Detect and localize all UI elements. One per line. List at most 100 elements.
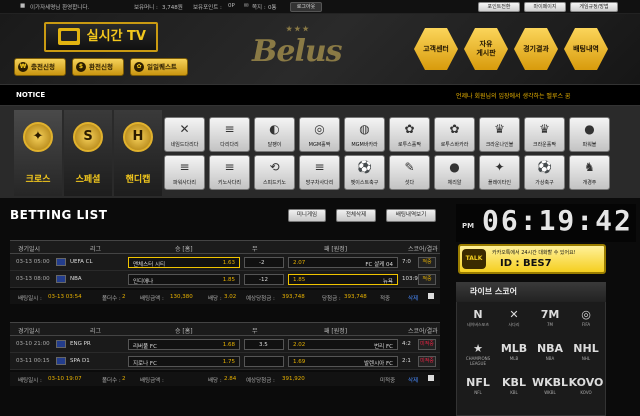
minigame-tile[interactable]: ◐ 달팽이 — [254, 117, 295, 152]
minigame-label: 크라운나인볼 — [485, 142, 514, 148]
home-odds-cell[interactable]: 리버풀 FC 1.68 — [128, 339, 240, 350]
minigame-tile[interactable]: ♛ 크라운홀짝 — [524, 117, 565, 152]
minigame-tile[interactable]: ✎ 섯다 — [389, 155, 430, 190]
minigame-label: 개경주 — [582, 180, 597, 186]
draw-cell[interactable]: 3.5 — [244, 339, 284, 350]
home-odds: 1.63 — [222, 260, 235, 266]
minigame-label: 로투스홀짝 — [397, 142, 421, 148]
league-logo[interactable]: ◎ FIFA — [568, 308, 604, 334]
summary-folder: 2 — [122, 376, 126, 382]
minigame-tile[interactable]: ♛ 크라운나인볼 — [479, 117, 520, 152]
handicap-medal-icon: H — [123, 122, 153, 152]
minigame-tile[interactable]: ≡ 방구차사다리 — [299, 155, 340, 190]
minigame-tile[interactable]: ● 파워볼 — [569, 117, 610, 152]
minigame-label: 스피드키노 — [262, 180, 286, 186]
column-header: 승 [홈] — [175, 328, 193, 335]
select-checkbox[interactable] — [428, 375, 434, 381]
minigame-tile[interactable]: ◍ MGM바카라 — [344, 117, 385, 152]
away-odds-cell[interactable]: 2.07 FC 샬케 04 — [288, 257, 398, 268]
select-checkbox[interactable] — [428, 293, 434, 299]
home-odds-cell[interactable]: 지로나 FC 1.75 — [128, 356, 240, 367]
withdraw-button[interactable]: $ 환전신청 — [72, 58, 124, 76]
site-logo[interactable]: ★★★ Belus — [252, 24, 352, 70]
league-flag-icon — [56, 258, 66, 266]
minigame-tile[interactable]: ♞ 개경주 — [569, 155, 610, 190]
minigame-tile[interactable]: ≡ 다리다리 — [209, 117, 250, 152]
summary-odds: 3.02 — [224, 294, 237, 300]
league-name: 사다리 — [508, 322, 520, 327]
away-odds-cell[interactable]: 2.02 번리 FC — [288, 339, 398, 350]
minigame-filter-button[interactable]: 미니게임 — [288, 209, 326, 222]
tab-special[interactable]: S 스페셜 — [64, 110, 112, 196]
tab-cross[interactable]: ✦ 크로스 — [14, 110, 62, 196]
deposit-label: 충전신청 — [31, 63, 55, 71]
league-logo[interactable]: NFL NFL — [460, 376, 496, 402]
free-board-label: 자유 게시판 — [476, 40, 496, 57]
summary-bet-time-label: 배팅일시 : — [18, 378, 42, 384]
minigame-label: 크라운홀짝 — [532, 142, 556, 148]
match-score: 7:0 — [402, 259, 411, 265]
summary-delete[interactable]: 삭제 — [408, 294, 418, 302]
league-logo[interactable]: N 네이버스포츠 — [460, 308, 496, 334]
away-odds: 2.07 — [293, 260, 306, 266]
tab-handicap-label: 핸디캡 — [125, 175, 151, 185]
league-logo[interactable]: ★ CHAMPIONS LEAGUE — [460, 342, 496, 368]
view-history-button[interactable]: 배팅내역보기 — [386, 209, 436, 222]
league-logo[interactable]: ✕ 사다리 — [496, 308, 532, 334]
summary-folder-label: 폴더수 : — [102, 378, 121, 384]
home-odds-cell[interactable]: 맨체스터 시티 1.63 — [128, 257, 240, 268]
mypage-button[interactable]: 마이페이지 — [524, 2, 566, 12]
league-logo[interactable]: MLB MLB — [496, 342, 532, 368]
tv-icon — [58, 28, 80, 45]
league-logo[interactable]: NBA NBA — [532, 342, 568, 368]
league-logo[interactable]: KOVO KOVO — [568, 376, 604, 402]
user-icon: ■ — [20, 3, 26, 9]
minigame-tile[interactable]: ◎ MGM홀짝 — [299, 117, 340, 152]
minigame-tile[interactable]: ● 체리알 — [434, 155, 475, 190]
league-icon: ★ — [473, 342, 483, 355]
league-icon: NFL — [466, 376, 490, 389]
draw-cell[interactable] — [244, 356, 284, 367]
league-logo[interactable]: WKBL WKBL — [532, 376, 568, 402]
minigame-icon: ⚽ — [537, 160, 552, 174]
minigame-tile[interactable]: ✿ 로투스홀짝 — [389, 117, 430, 152]
bet-summary: 배팅일시 : 03-10 19:07 폴더수 :2 배팅금액 : 배당 :2.84 예상당… — [10, 372, 440, 386]
tab-handicap[interactable]: H 핸디캡 — [114, 110, 162, 196]
minigame-label: 방구차사다리 — [305, 180, 334, 186]
logout-button[interactable]: 로그아웃 — [290, 2, 322, 12]
draw-cell[interactable]: -2 — [244, 257, 284, 268]
minigame-tile[interactable]: ≡ 키노사다리 — [209, 155, 250, 190]
minigame-tile[interactable]: ⚽ 벳이스트축구 — [344, 155, 385, 190]
league-icon: WKBL — [532, 376, 569, 389]
point-exchange-button[interactable]: 포인트전환 — [478, 2, 520, 12]
minigame-tile[interactable]: ✿ 로투스바카라 — [434, 117, 475, 152]
deposit-button[interactable]: ₩ 충전신청 — [14, 58, 66, 76]
home-odds-cell[interactable]: 인디애나 1.85 — [128, 274, 240, 285]
note-value[interactable]: 0통 — [268, 3, 277, 11]
league-logo[interactable]: 7M 7M — [532, 308, 568, 334]
minigame-icon: ♞ — [584, 160, 595, 174]
draw-cell[interactable]: -12 — [244, 274, 284, 285]
away-team: 번리 FC — [374, 344, 393, 350]
delete-all-button[interactable]: 전체삭제 — [336, 209, 376, 222]
exchange-icon: $ — [76, 62, 86, 72]
league-logo[interactable]: KBL KBL — [496, 376, 532, 402]
column-header: 패 [원정] — [324, 328, 348, 335]
away-odds-cell[interactable]: 1.85 뉴욕 — [288, 274, 398, 285]
summary-win-label: 당첨금 : — [322, 296, 341, 302]
rules-button[interactable]: 게임규정/방법 — [570, 2, 618, 12]
minigame-tile[interactable]: ≡ 파워사다리 — [164, 155, 205, 190]
minigame-tile[interactable]: ⚽ 가상축구 — [524, 155, 565, 190]
attendance-button[interactable]: ✿ 일일퀘스트 — [130, 58, 188, 76]
away-odds-cell[interactable]: 1.69 발렌시아 FC — [288, 356, 398, 367]
match-results-label: 경기결과 — [523, 44, 549, 53]
minigame-tile[interactable]: ⟲ 스피드키노 — [254, 155, 295, 190]
league-logo[interactable]: NHL NHL — [568, 342, 604, 368]
minigame-tile[interactable]: ✕ 네임드다리다 — [164, 117, 205, 152]
league-name: KBL — [510, 390, 518, 395]
minigame-tile[interactable]: ✦ 플레이타인 — [479, 155, 520, 190]
column-header: 경기일시 — [18, 246, 41, 253]
draw-value: 3.5 — [259, 342, 268, 348]
summary-delete[interactable]: 삭제 — [408, 376, 418, 384]
kakao-info: 카카오톡에서 24시간 대화할 수 있어요! — [492, 250, 576, 256]
